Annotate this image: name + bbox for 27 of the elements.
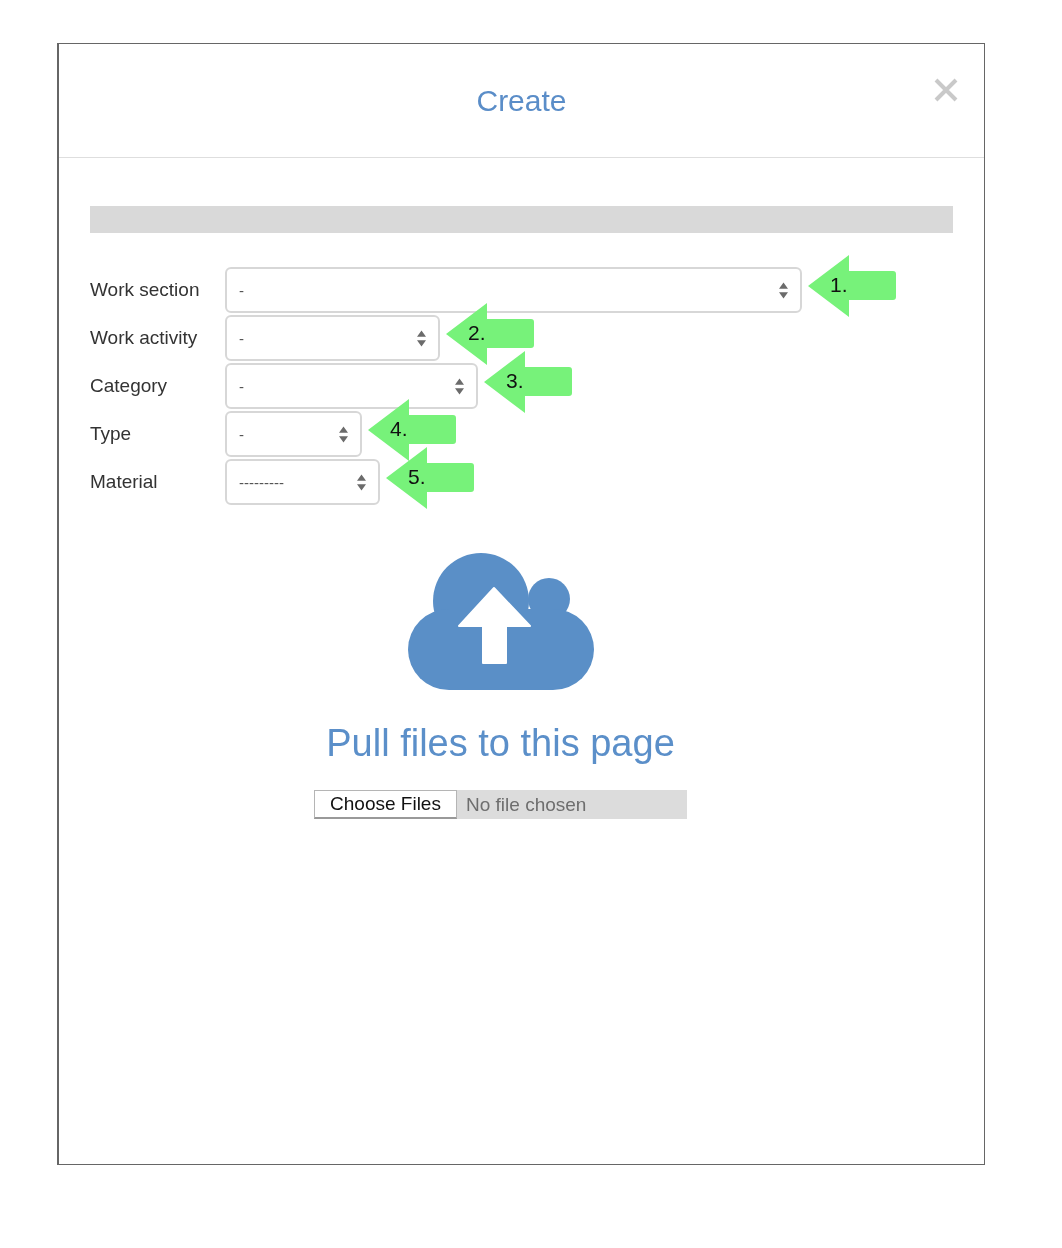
up-down-arrows-icon xyxy=(779,281,788,299)
select-field[interactable]: - xyxy=(225,363,478,409)
up-down-arrows-icon xyxy=(339,425,348,443)
cloud-upload-icon xyxy=(407,553,594,690)
file-status-text: No file chosen xyxy=(466,793,587,816)
field-label: Work section xyxy=(90,279,201,301)
up-down-arrows-icon xyxy=(357,473,366,491)
drop-prompt: Pull files to this page xyxy=(326,721,675,766)
callout-number: 1. xyxy=(830,273,848,297)
up-down-arrows-icon xyxy=(455,377,464,395)
select-field[interactable]: --------- xyxy=(225,459,380,505)
choose-files-button[interactable]: Choose Files xyxy=(314,790,457,819)
close-icon[interactable] xyxy=(934,78,958,102)
callout-number: 5. xyxy=(408,465,426,489)
field-label: Category xyxy=(90,375,169,397)
field-label: Work activity xyxy=(90,327,199,349)
file-input[interactable]: Choose Files No file chosen xyxy=(314,790,687,819)
dialog-title: Create xyxy=(476,83,567,118)
select-field[interactable]: - xyxy=(225,411,362,457)
field-label: Material xyxy=(90,471,159,493)
callout-number: 2. xyxy=(468,321,486,345)
up-down-arrows-icon xyxy=(417,329,426,347)
select-field[interactable]: - xyxy=(225,267,802,313)
select-field[interactable]: - xyxy=(225,315,440,361)
callout-number: 3. xyxy=(506,369,524,393)
field-label: Type xyxy=(90,423,133,445)
callout-number: 4. xyxy=(390,417,408,441)
